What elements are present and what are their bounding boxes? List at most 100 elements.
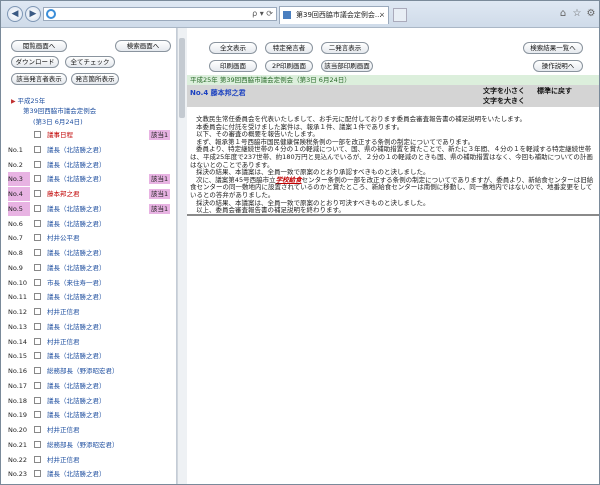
row-checkbox[interactable] (34, 352, 41, 360)
row-speaker-link[interactable]: 議長（北詰勝之君） (47, 172, 106, 186)
row-checkbox[interactable] (34, 234, 41, 242)
row-speaker-link[interactable]: 議長（北詰勝之君） (47, 379, 106, 393)
gear-icon[interactable]: ⚙ (585, 8, 597, 20)
left-scrollbar[interactable] (177, 28, 187, 484)
speaker-row[interactable]: No.7 村井公平君 (1, 231, 176, 245)
row-speaker-link[interactable]: 村井正信君 (47, 305, 80, 319)
speaker-row[interactable]: No.1 議長（北詰勝之君） (1, 143, 176, 157)
search-results-button[interactable]: 検索結果一覧へ (523, 42, 583, 54)
browser-tab[interactable]: 第39回西脇市議会定例会... × (279, 6, 389, 24)
row-checkbox[interactable] (34, 160, 41, 168)
speaker-row[interactable]: No.19 議長（北詰勝之君） (1, 408, 176, 422)
print-button[interactable]: 印刷画面 (209, 60, 257, 72)
full-text-button[interactable]: 全文表示 (209, 42, 257, 54)
search-screen-button[interactable]: 検索画面へ (115, 40, 171, 52)
back-button[interactable]: ◀ (7, 6, 23, 22)
speaker-row[interactable]: No.9 議長（北詰勝之君） (1, 261, 176, 275)
text-larger-button[interactable]: 文字を大きく (483, 96, 525, 106)
tree-day[interactable]: (第3日 6月24日) (33, 116, 83, 126)
row-speaker-link[interactable]: 議長（北詰勝之君） (47, 158, 106, 172)
address-bar[interactable]: ρ ▾ ⟳ (43, 7, 277, 21)
row-speaker-link[interactable]: 村井正信君 (47, 335, 80, 349)
row-checkbox[interactable] (34, 131, 41, 138)
speaker-row[interactable]: No.21 総務部長（野添昭宏君） (1, 438, 176, 452)
row-checkbox[interactable] (34, 278, 41, 286)
row-checkbox[interactable] (34, 470, 41, 478)
row-speaker-link[interactable]: 藤本邦之君 (47, 187, 80, 201)
speaker-row[interactable]: No.24 村井正信君 (1, 482, 176, 484)
row-checkbox[interactable] (34, 145, 41, 153)
check-all-button[interactable]: 全てチェック (65, 56, 115, 68)
row-checkbox[interactable] (34, 426, 41, 433)
row-speaker-link[interactable]: 議長（北詰勝之君） (47, 202, 106, 216)
row-checkbox[interactable] (34, 455, 41, 463)
speaker-row[interactable]: No.12 村井正信君 (1, 305, 176, 319)
row-speaker-link[interactable]: 議長（北詰勝之君） (47, 394, 106, 408)
show-speakers-button[interactable]: 該当発言者表示 (11, 73, 67, 85)
favorites-star-icon[interactable]: ☆ (571, 8, 583, 20)
scrollbar-thumb[interactable] (179, 38, 185, 118)
row-speaker-link[interactable]: 議長（北詰勝之君） (47, 408, 106, 422)
speaker-row[interactable]: No.2 議長（北詰勝之君） (1, 158, 176, 172)
speaker-row[interactable]: No.23 議長（北詰勝之君） (1, 467, 176, 481)
row-checkbox[interactable] (34, 204, 41, 212)
row-speaker-link[interactable]: 議長（北詰勝之君） (47, 349, 106, 363)
print-matched-button[interactable]: 該当部印刷画面 (321, 60, 373, 72)
help-button[interactable]: 操作説明へ (533, 60, 583, 72)
row-checkbox[interactable] (34, 219, 41, 227)
row-checkbox[interactable] (34, 396, 41, 404)
print-2p-button[interactable]: 2P印刷画面 (265, 60, 313, 72)
speaker-row[interactable]: No.13 議長（北詰勝之君） (1, 320, 176, 334)
row-checkbox[interactable] (34, 308, 41, 315)
speaker-row[interactable]: 議事日程 該当1 (1, 128, 176, 142)
row-checkbox[interactable] (34, 293, 41, 301)
show-passages-button[interactable]: 発言箇所表示 (71, 73, 119, 85)
speaker-row[interactable]: No.22 村井正信君 (1, 453, 176, 467)
row-speaker-link[interactable]: 議長（北詰勝之君） (47, 246, 106, 260)
download-button[interactable]: ダウンロード (11, 56, 59, 68)
row-checkbox[interactable] (34, 381, 41, 389)
tree-session[interactable]: 第39回西脇市議会定例会 (23, 105, 96, 115)
speaker-row[interactable]: No.11 議長（北詰勝之君） (1, 290, 176, 304)
row-checkbox[interactable] (34, 175, 41, 183)
row-speaker-link[interactable]: 村井正信君 (47, 453, 80, 467)
speaker-row[interactable]: No.3 議長（北詰勝之君） 該当1 (1, 172, 176, 187)
speaker-row[interactable]: No.15 議長（北詰勝之君） (1, 349, 176, 363)
speaker-row[interactable]: No.16 総務部長（野添昭宏君） (1, 364, 176, 378)
speaker-row[interactable]: No.20 村井正信君 (1, 423, 176, 437)
tree-root[interactable]: ▶ 平成25年 (11, 95, 45, 105)
text-smaller-button[interactable]: 文字を小さく (483, 86, 525, 96)
view-screen-button[interactable]: 閲覧画面へ (11, 40, 67, 52)
row-speaker-link[interactable]: 議長（北詰勝之君） (47, 217, 106, 231)
row-speaker-link[interactable]: 市長（来住寿一君） (47, 276, 106, 290)
row-speaker-link[interactable]: 議長（北詰勝之君） (47, 467, 106, 481)
row-checkbox[interactable] (34, 411, 41, 419)
speaker-row[interactable]: No.18 議長（北詰勝之君） (1, 394, 176, 408)
row-speaker-link[interactable]: 村井正信君 (47, 423, 80, 437)
row-speaker-link[interactable]: 議長（北詰勝之君） (47, 143, 106, 157)
row-speaker-link[interactable]: 議長（北詰勝之君） (47, 290, 106, 304)
address-tools[interactable]: ρ ▾ ⟳ (252, 8, 273, 20)
row-checkbox[interactable] (34, 440, 41, 448)
specific-speaker-button[interactable]: 特定発言者 (265, 42, 313, 54)
row-speaker-link[interactable]: 村井正信君 (47, 482, 80, 484)
speaker-row[interactable]: No.17 議長（北詰勝之君） (1, 379, 176, 393)
row-checkbox[interactable] (34, 249, 41, 256)
row-speaker-link[interactable]: 総務部長（野添昭宏君） (47, 364, 119, 378)
speaker-row[interactable]: No.14 村井正信君 (1, 335, 176, 349)
forward-button[interactable]: ▶ (25, 6, 41, 22)
row-speaker-link[interactable]: 議長（北詰勝之君） (47, 320, 106, 334)
row-checkbox[interactable] (34, 190, 41, 197)
row-checkbox[interactable] (34, 322, 41, 330)
close-tab-icon[interactable]: × (379, 7, 385, 23)
row-speaker-link[interactable]: 議長（北詰勝之君） (47, 261, 106, 275)
speaker-row[interactable]: No.6 議長（北詰勝之君） (1, 217, 176, 231)
home-icon[interactable]: ⌂ (557, 8, 569, 20)
new-tab-button[interactable] (393, 8, 407, 22)
speaker-row[interactable]: No.4 藤本邦之君 該当1 (1, 187, 176, 201)
row-speaker-link[interactable]: 総務部長（野添昭宏君） (47, 438, 119, 452)
speaker-row[interactable]: No.8 議長（北詰勝之君） (1, 246, 176, 260)
row-speaker-link[interactable]: 村井公平君 (47, 231, 80, 245)
row-checkbox[interactable] (34, 367, 41, 374)
row-checkbox[interactable] (34, 337, 41, 345)
